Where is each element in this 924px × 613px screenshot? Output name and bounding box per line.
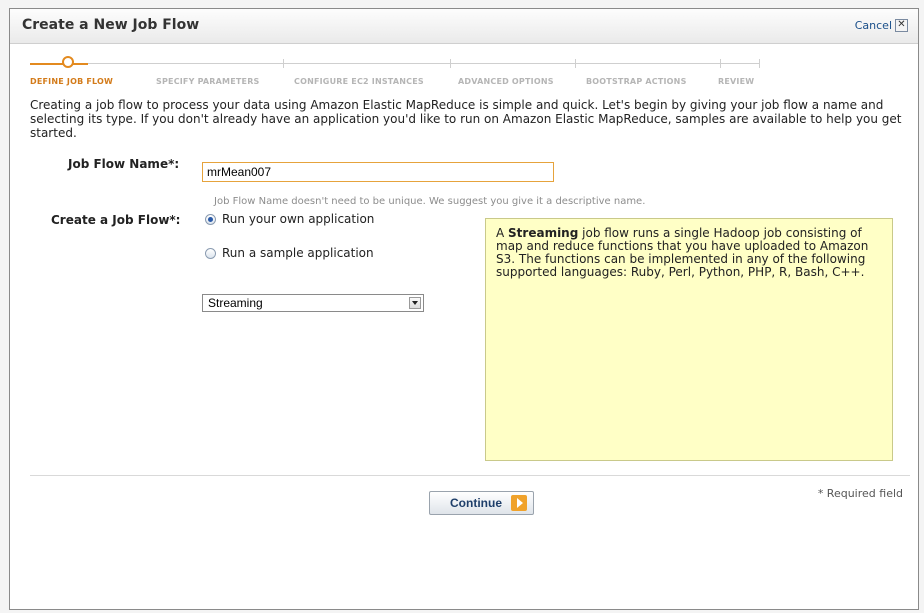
step-bootstrap-actions: BOOTSTRAP ACTIONS (586, 77, 687, 86)
step-configure-ec2-instances: CONFIGURE EC2 INSTANCES (294, 77, 424, 86)
step-specify-parameters: SPECIFY PARAMETERS (156, 77, 260, 86)
continue-button[interactable]: Continue (429, 491, 534, 515)
step-tick (575, 59, 576, 68)
radio-run-own-application[interactable]: Run your own application (205, 212, 374, 226)
info-prefix: A (496, 226, 509, 240)
step-review: REVIEW (718, 77, 755, 86)
radio-button-checked[interactable] (205, 213, 216, 225)
job-flow-name-input[interactable] (202, 162, 554, 182)
step-define-job-flow: DEFINE JOB FLOW (30, 77, 114, 86)
step-tick (720, 59, 721, 68)
job-flow-name-label: Job Flow Name*: (68, 157, 180, 171)
chevron-down-icon[interactable] (409, 297, 421, 309)
cancel-button[interactable]: Cancel ✕ (855, 19, 908, 32)
cancel-label: Cancel (854, 19, 892, 32)
dialog-title: Create a New Job Flow (22, 17, 200, 33)
step-tick (450, 59, 451, 68)
job-flow-name-hint: Job Flow Name doesn't need to be unique.… (214, 196, 646, 207)
arrow-right-icon (511, 495, 527, 511)
current-step-indicator (62, 56, 74, 68)
radio-run-sample-application[interactable]: Run a sample application (205, 246, 374, 260)
close-icon[interactable]: ✕ (895, 19, 908, 32)
footer-divider (30, 475, 910, 476)
step-tick (759, 59, 760, 68)
job-type-description: A Streaming job flow runs a single Hadoo… (485, 218, 893, 461)
step-tick (283, 59, 284, 68)
radio-own-label: Run your own application (222, 212, 375, 226)
job-flow-type-label: Create a Job Flow*: (51, 213, 181, 227)
radio-sample-label: Run a sample application (222, 246, 374, 260)
job-type-select-value: Streaming (208, 296, 263, 310)
dialog-titlebar: Create a New Job Flow Cancel ✕ (10, 9, 918, 44)
step-advanced-options: ADVANCED OPTIONS (458, 77, 554, 86)
required-field-note: * Required field (817, 487, 903, 500)
radio-button[interactable] (205, 247, 216, 259)
continue-label: Continue (450, 496, 502, 510)
intro-text: Creating a job flow to process your data… (30, 98, 902, 140)
steps-track-progress (30, 63, 88, 65)
job-type-select[interactable]: Streaming (202, 294, 424, 312)
steps-track (88, 63, 760, 64)
wizard-steps: DEFINE JOB FLOW SPECIFY PARAMETERS CONFI… (30, 49, 760, 89)
info-bold-term: Streaming (508, 226, 579, 240)
create-job-flow-dialog: Create a New Job Flow Cancel ✕ DEFINE JO… (9, 8, 919, 610)
